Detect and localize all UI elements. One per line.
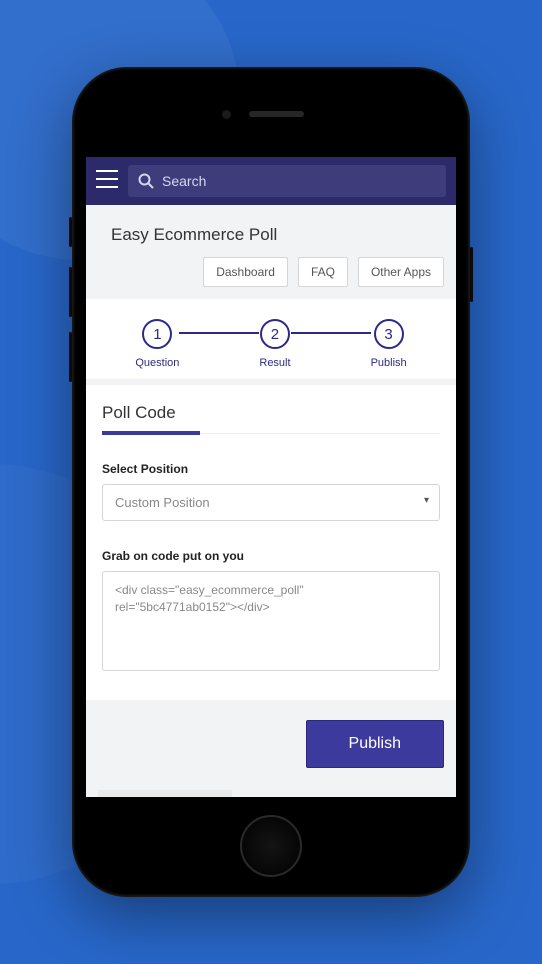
phone-earpiece bbox=[249, 111, 304, 117]
step-connector bbox=[179, 332, 259, 334]
code-textarea[interactable] bbox=[102, 571, 440, 671]
position-label: Select Position bbox=[102, 462, 440, 476]
phone-screen: Search Easy Ecommerce Poll Dashboard FAQ… bbox=[86, 157, 456, 797]
step-question[interactable]: 1 Question bbox=[135, 319, 179, 369]
previous-button[interactable]: Previous bbox=[98, 790, 232, 797]
tab-faq[interactable]: FAQ bbox=[298, 257, 348, 287]
tab-dashboard[interactable]: Dashboard bbox=[203, 257, 288, 287]
card-title: Poll Code bbox=[102, 403, 440, 434]
search-icon bbox=[138, 173, 154, 189]
phone-side-button bbox=[470, 247, 473, 302]
tab-other-apps[interactable]: Other Apps bbox=[358, 257, 444, 287]
step-label: Question bbox=[135, 357, 179, 369]
search-input[interactable]: Search bbox=[128, 165, 446, 197]
step-number: 2 bbox=[260, 319, 290, 349]
phone-home-button bbox=[240, 815, 302, 877]
position-value: Custom Position bbox=[115, 495, 210, 510]
phone-frame: Search Easy Ecommerce Poll Dashboard FAQ… bbox=[72, 67, 470, 897]
stepper: 1 Question 2 Result 3 Publish bbox=[86, 299, 456, 379]
hamburger-menu-icon[interactable] bbox=[96, 170, 118, 193]
publish-button[interactable]: Publish bbox=[306, 720, 444, 768]
step-publish[interactable]: 3 Publish bbox=[371, 319, 407, 369]
page-title: Easy Ecommerce Poll bbox=[111, 225, 444, 245]
publish-row: Publish bbox=[86, 706, 456, 782]
phone-side-button bbox=[69, 217, 72, 247]
step-number: 1 bbox=[142, 319, 172, 349]
step-result[interactable]: 2 Result bbox=[259, 319, 290, 369]
step-connector bbox=[291, 332, 371, 334]
previous-row: Previous bbox=[86, 782, 456, 797]
poll-code-card: Poll Code Select Position Custom Positio… bbox=[86, 385, 456, 700]
page-header: Easy Ecommerce Poll bbox=[86, 205, 456, 257]
top-bar: Search bbox=[86, 157, 456, 205]
search-placeholder: Search bbox=[162, 173, 206, 189]
phone-side-button bbox=[69, 332, 72, 382]
position-select[interactable]: Custom Position bbox=[102, 484, 440, 521]
step-label: Result bbox=[259, 357, 290, 369]
phone-side-button bbox=[69, 267, 72, 317]
phone-camera bbox=[222, 110, 231, 119]
nav-tabs: Dashboard FAQ Other Apps bbox=[86, 257, 456, 299]
step-label: Publish bbox=[371, 357, 407, 369]
step-number: 3 bbox=[374, 319, 404, 349]
code-label: Grab on code put on you bbox=[102, 549, 440, 563]
